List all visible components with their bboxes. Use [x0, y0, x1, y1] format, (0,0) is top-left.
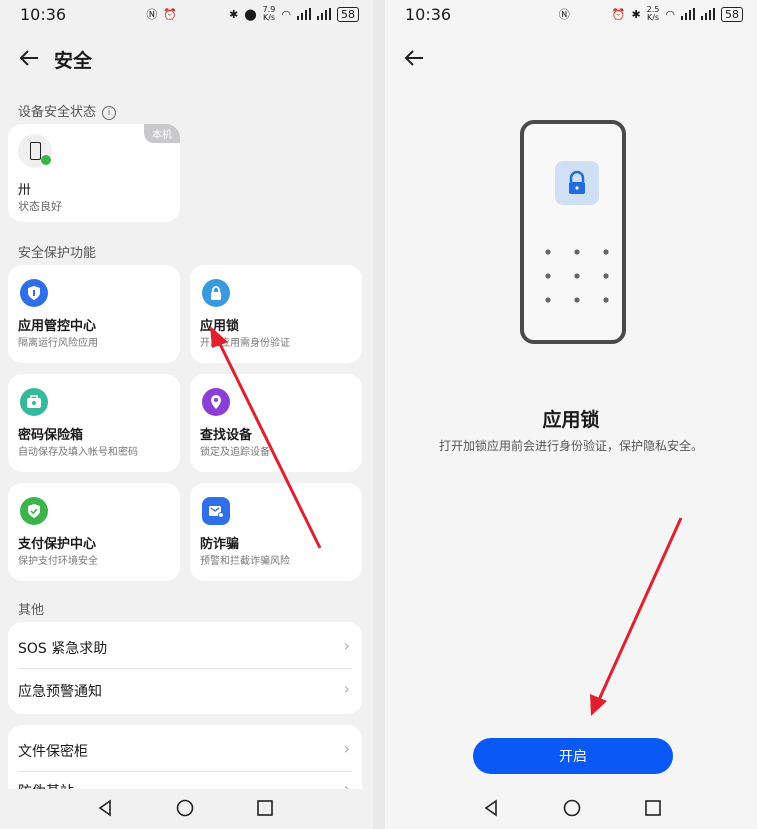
annotation-arrows	[210, 326, 683, 716]
arrowhead	[210, 326, 228, 348]
annotation-arrow-left	[216, 339, 322, 549]
annotation-arrow-right	[596, 517, 683, 703]
